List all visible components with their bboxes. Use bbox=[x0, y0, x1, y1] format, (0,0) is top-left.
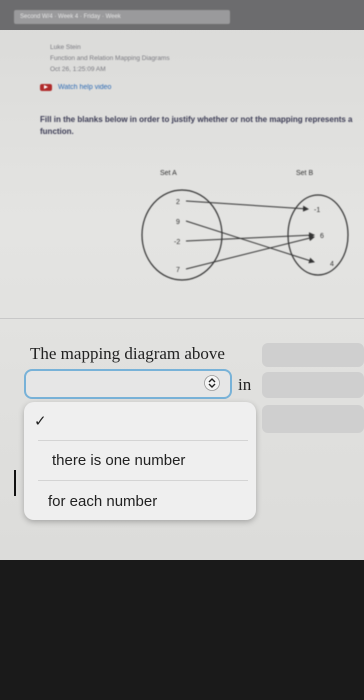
set-a-value: -2 bbox=[174, 239, 180, 246]
set-b-value: -1 bbox=[314, 207, 320, 214]
dropdown-option-empty[interactable]: ✓ bbox=[24, 402, 256, 440]
mapping-diagram: 2 9 -2 7 -1 6 4 bbox=[141, 189, 349, 281]
student-name: Luke Stein bbox=[50, 44, 81, 51]
help-video-label: Watch help video bbox=[58, 84, 112, 91]
text-cursor bbox=[14, 470, 16, 496]
mapping-arrow bbox=[185, 200, 309, 212]
set-a-value: 9 bbox=[176, 219, 180, 226]
dropdown-menu: ✓ there is one number for each number bbox=[24, 402, 256, 520]
dropdown-option[interactable]: there is one number bbox=[24, 442, 256, 480]
set-a-label: Set A bbox=[160, 170, 177, 177]
set-b-value: 4 bbox=[330, 261, 334, 268]
set-a-value: 2 bbox=[176, 199, 180, 206]
mapping-arrow bbox=[185, 232, 315, 242]
video-play-icon bbox=[40, 84, 52, 91]
option-label: there is one number bbox=[52, 452, 186, 469]
after-select-text: in bbox=[238, 375, 252, 394]
set-a-oval bbox=[141, 189, 223, 281]
statement-select[interactable] bbox=[24, 369, 232, 399]
blank-field[interactable] bbox=[262, 343, 364, 367]
set-b-value: 6 bbox=[320, 233, 324, 240]
blank-field[interactable] bbox=[262, 405, 364, 433]
top-bar: Second W/4 · Week 4 · Friday · Week bbox=[0, 0, 364, 30]
question-text: The mapping diagram above bbox=[30, 344, 225, 363]
blank-field[interactable] bbox=[262, 372, 364, 398]
dropdown-option[interactable]: for each number bbox=[24, 482, 256, 520]
help-video-link[interactable]: Watch help video bbox=[40, 84, 111, 91]
set-a-value: 7 bbox=[176, 267, 180, 274]
device-bezel bbox=[0, 560, 364, 700]
topic-title: Function and Relation Mapping Diagrams bbox=[50, 55, 170, 62]
breadcrumb[interactable]: Second W/4 · Week 4 · Friday · Week bbox=[14, 10, 230, 24]
checkmark-icon: ✓ bbox=[34, 413, 47, 430]
instruction-text: Fill in the blanks below in order to jus… bbox=[40, 115, 353, 136]
divider bbox=[0, 318, 364, 319]
select-chevrons-icon[interactable] bbox=[204, 375, 220, 391]
option-separator bbox=[38, 480, 248, 481]
option-label: for each number bbox=[48, 493, 158, 510]
screen: Second W/4 · Week 4 · Friday · Week Luke… bbox=[0, 0, 364, 560]
set-b-label: Set B bbox=[296, 170, 314, 177]
timestamp: Oct 26, 1:25:09 AM bbox=[50, 66, 106, 73]
option-separator bbox=[38, 440, 248, 441]
